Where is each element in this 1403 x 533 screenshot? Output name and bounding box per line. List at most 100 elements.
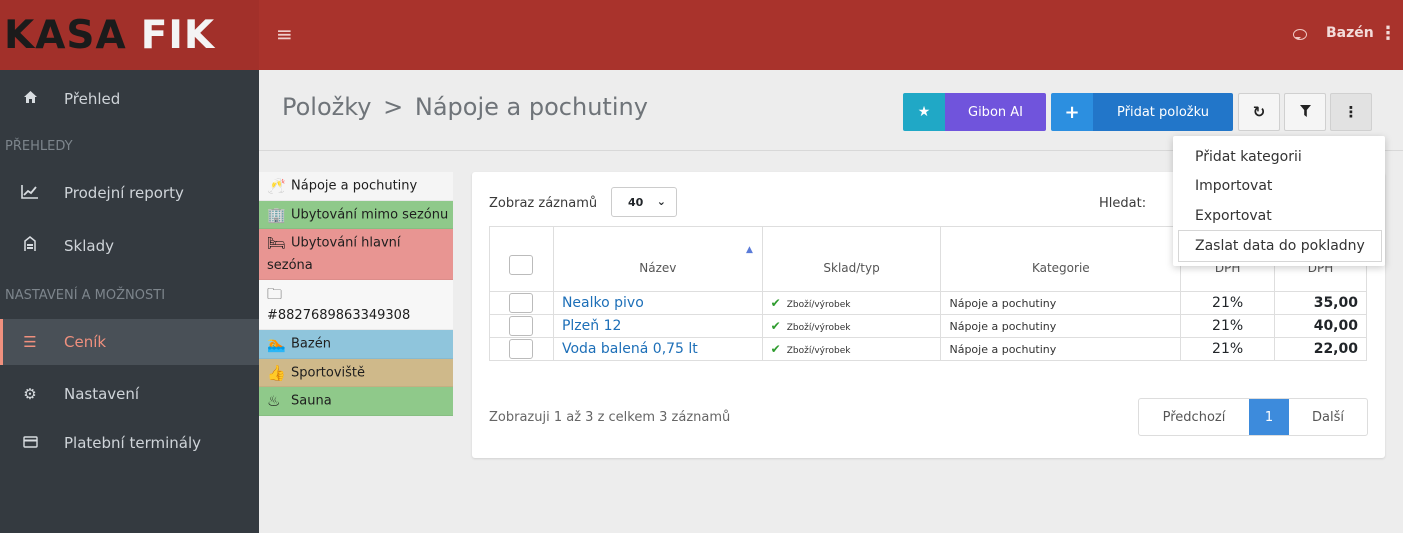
category-label: Ubytování mimo sezónu: [291, 207, 449, 222]
gear-icon: ⚙: [23, 385, 37, 403]
item-price: 35,00: [1274, 291, 1367, 315]
row-checkbox[interactable]: [509, 293, 534, 313]
item-type: Zboží/výrobek: [786, 300, 851, 310]
item-price: 22,00: [1274, 337, 1367, 361]
user-name[interactable]: Bazén: [1326, 25, 1374, 41]
row-checkbox[interactable]: [509, 316, 534, 336]
page-length-select[interactable]: 40 ⌄: [611, 187, 677, 217]
row-checkbox[interactable]: [509, 339, 534, 359]
table-row[interactable]: Plzeň 12 ✔ Zboží/výrobek Nápoje a pochuti…: [489, 314, 1367, 338]
menu-item-export[interactable]: Exportovat: [1181, 202, 1381, 230]
select-all-header[interactable]: [489, 226, 554, 292]
add-item-label: Přidat položku: [1117, 104, 1209, 120]
table-info: Zobrazuji 1 až 3 z celkem 3 záznamů: [489, 410, 731, 425]
folder-icon: 🗀: [267, 284, 283, 303]
sidebar-item-label: Prodejní reporty: [64, 184, 184, 202]
category-item[interactable]: 👍 Sportoviště: [259, 358, 453, 387]
category-item[interactable]: ♨ Sauna: [259, 387, 453, 416]
menu-item-send-to-register[interactable]: Zaslat data do pokladny: [1178, 230, 1382, 262]
top-more-icon[interactable]: ⋮: [1379, 23, 1397, 44]
menu-toggle-icon[interactable]: ≡: [276, 22, 293, 46]
menu-item-add-category[interactable]: Přidat kategorii: [1181, 143, 1381, 171]
column-header-sklad[interactable]: Sklad/typ: [761, 226, 942, 292]
sidebar-item-prodejni-reporty[interactable]: Prodejní reporty: [0, 170, 259, 216]
category-label: #8827689863349308: [267, 308, 411, 323]
category-item[interactable]: 🗀 #8827689863349308: [259, 279, 453, 330]
check-icon: ✔: [770, 342, 781, 356]
column-header-nazev[interactable]: Název: [552, 226, 763, 292]
pagination: Předchozí 1 Další: [1138, 398, 1368, 436]
thumbs-up-icon: 👍: [267, 363, 286, 382]
cheers-icon: 🥂: [267, 177, 286, 195]
filter-icon: [1299, 103, 1311, 121]
select-all-checkbox[interactable]: [509, 255, 534, 275]
sidebar-item-sklady[interactable]: Sklady: [0, 223, 259, 269]
check-icon: ✔: [770, 319, 781, 333]
sidebar-item-nastaveni[interactable]: ⚙ Nastavení: [0, 371, 259, 417]
sidebar-item-cenik[interactable]: ☰ Ceník: [0, 319, 259, 365]
table-row[interactable]: Nealko pivo ✔ Zboží/výrobek Nápoje a poch…: [489, 291, 1367, 315]
category-label: Sauna: [291, 393, 332, 409]
category-item[interactable]: 🏊 Bazén: [259, 330, 453, 359]
chevron-down-icon: ⌄: [656, 195, 666, 208]
sidebar-item-label: Ceník: [64, 333, 107, 351]
logo-text-fik: FIK: [140, 12, 216, 58]
sort-ascending-icon[interactable]: ▲: [746, 245, 753, 255]
category-list: 🥂 Nápoje a pochutiny 🏢 Ubytování mimo sezó…: [259, 172, 453, 416]
category-item[interactable]: 🥂 Nápoje a pochutiny: [259, 172, 453, 201]
section-heading-prehledy: PŘEHLEDY: [5, 139, 73, 154]
add-item-button[interactable]: + Přidat položku: [1051, 93, 1233, 131]
building-icon: 🏢: [267, 205, 286, 224]
refresh-icon: ↻: [1252, 103, 1266, 121]
swimmer-icon: 🏊: [267, 335, 286, 353]
item-name-link[interactable]: Voda balená 0,75 lt: [552, 337, 763, 361]
category-item[interactable]: 🛏 Ubytování hlavní sezóna: [259, 229, 453, 280]
card-icon: [18, 434, 42, 452]
list-icon: ☰: [23, 333, 37, 351]
app-logo[interactable]: KASA FIK: [0, 0, 259, 70]
check-icon: ✔: [770, 296, 781, 310]
star-icon: ★: [917, 104, 931, 120]
table-row[interactable]: Voda balená 0,75 lt ✔ Zboží/výrobek Nápoj…: [489, 337, 1367, 361]
item-vat: 21%: [1180, 314, 1276, 338]
sidebar-item-label: Nastavení: [64, 385, 140, 403]
category-item[interactable]: 🏢 Ubytování mimo sezónu: [259, 200, 453, 229]
breadcrumb-root[interactable]: Položky: [282, 93, 372, 121]
item-category: Nápoje a pochutiny: [940, 314, 1182, 338]
gibon-ai-label: Gibon AI: [968, 104, 1023, 120]
pagination-next[interactable]: Další: [1289, 399, 1367, 435]
menu-item-import[interactable]: Importovat: [1181, 172, 1381, 200]
column-header-kategorie[interactable]: Kategorie: [940, 226, 1182, 292]
home-icon: [18, 90, 42, 108]
item-price: 40,00: [1274, 314, 1367, 338]
sidebar-item-platebni-terminaly[interactable]: Platební terminály: [0, 420, 259, 466]
page-length-value: 40: [628, 196, 644, 209]
item-vat: 21%: [1180, 291, 1276, 315]
search-label: Hledat:: [1099, 196, 1147, 211]
gibon-ai-button[interactable]: ★ Gibon AI: [903, 93, 1046, 131]
warehouse-icon: [18, 236, 42, 256]
logo-text-kasa: KASA: [4, 12, 127, 58]
pagination-previous[interactable]: Předchozí: [1139, 399, 1249, 435]
refresh-button[interactable]: ↻: [1238, 93, 1280, 131]
sauna-icon: ♨: [267, 392, 281, 410]
bed-icon: 🛏: [267, 234, 287, 252]
category-label: Bazén: [291, 336, 331, 352]
sidebar-item-label: Přehled: [64, 90, 121, 108]
item-name-link[interactable]: Nealko pivo: [552, 291, 763, 315]
item-type: Zboží/výrobek: [786, 323, 851, 333]
more-options-button[interactable]: ⋮: [1330, 93, 1372, 131]
pagination-page-1[interactable]: 1: [1249, 399, 1289, 435]
chat-icon[interactable]: [1293, 29, 1307, 40]
category-label: Sportoviště: [291, 365, 366, 380]
filter-button[interactable]: [1284, 93, 1326, 131]
more-options-dropdown: Přidat kategorii Importovat Exportovat Z…: [1173, 136, 1385, 266]
sidebar-item-prehled[interactable]: Přehled: [0, 76, 259, 122]
item-name-link[interactable]: Plzeň 12: [552, 314, 763, 338]
page-length-label: Zobraz záznamů: [489, 196, 598, 211]
section-heading-nastaveni: NASTAVENÍ A MOŽNOSTI: [5, 288, 166, 303]
item-vat: 21%: [1180, 337, 1276, 361]
sidebar: Přehled PŘEHLEDY Prodejní reporty Sklady…: [0, 70, 259, 533]
item-category: Nápoje a pochutiny: [940, 291, 1182, 315]
breadcrumb-current: Nápoje a pochutiny: [414, 93, 648, 121]
